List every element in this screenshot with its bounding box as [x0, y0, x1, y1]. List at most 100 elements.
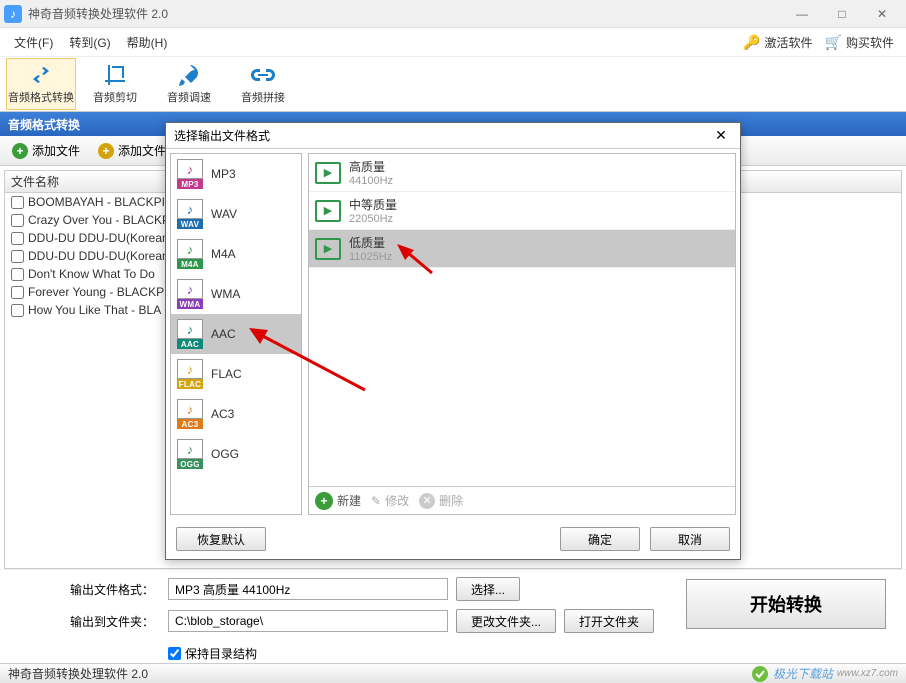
- quality-item[interactable]: ▶中等质量22050Hz: [309, 192, 735, 230]
- select-format-dialog: 选择输出文件格式 ✕ ♪MP3MP3♪WAVWAV♪M4AM4A♪WMAWMA♪…: [165, 122, 741, 560]
- activate-link[interactable]: 🔑 激活软件: [737, 34, 818, 51]
- open-folder-button[interactable]: 打开文件夹: [564, 609, 654, 633]
- format-label: WMA: [211, 287, 240, 301]
- preserve-dir-checkbox[interactable]: 保持目录结构: [168, 645, 257, 662]
- tool-format-convert[interactable]: 音频格式转换: [6, 58, 76, 110]
- tool-label: 音频剪切: [93, 89, 137, 105]
- key-icon: 🔑: [743, 34, 760, 51]
- plus-icon: +: [315, 492, 333, 510]
- file-name: How You Like That - BLA: [28, 303, 161, 317]
- cancel-button[interactable]: 取消: [650, 527, 730, 551]
- format-item-ogg[interactable]: ♪OGGOGG: [171, 434, 301, 474]
- play-icon: ▶: [315, 200, 341, 222]
- wma-icon: ♪WMA: [177, 279, 203, 309]
- quality-item[interactable]: ▶低质量11025Hz: [309, 230, 735, 268]
- dialog-title: 选择输出文件格式: [174, 127, 710, 144]
- format-label: WAV: [211, 207, 237, 221]
- add-file-button[interactable]: + 添加文件: [6, 139, 86, 162]
- output-folder-input[interactable]: [168, 610, 448, 632]
- format-item-flac[interactable]: ♪FLACFLAC: [171, 354, 301, 394]
- crop-icon: [104, 63, 126, 87]
- m4a-icon: ♪M4A: [177, 239, 203, 269]
- format-item-m4a[interactable]: ♪M4A M4A: [171, 234, 301, 274]
- ok-button[interactable]: 确定: [560, 527, 640, 551]
- activate-label: 激活软件: [765, 34, 813, 51]
- ac3-icon: ♪AC3: [177, 399, 203, 429]
- format-item-ac3[interactable]: ♪AC3AC3: [171, 394, 301, 434]
- plus-folder-icon: +: [98, 143, 114, 159]
- window-title: 神奇音频转换处理软件 2.0: [28, 5, 782, 22]
- preserve-checkbox-input[interactable]: [168, 647, 181, 660]
- x-icon: ✕: [419, 493, 435, 509]
- file-checkbox[interactable]: [11, 286, 24, 299]
- menu-goto[interactable]: 转到(G): [61, 30, 118, 55]
- tool-audio-cut[interactable]: 音频剪切: [80, 58, 150, 110]
- file-name: Don't Know What To Do: [28, 267, 155, 281]
- add-folder-button[interactable]: + 添加文件: [92, 139, 172, 162]
- menu-file[interactable]: 文件(F): [6, 30, 61, 55]
- tool-label: 音频格式转换: [8, 89, 74, 105]
- file-checkbox[interactable]: [11, 268, 24, 281]
- mp3-icon: ♪MP3: [177, 159, 203, 189]
- format-label: MP3: [211, 167, 236, 181]
- format-item-mp3[interactable]: ♪MP3 MP3: [171, 154, 301, 194]
- format-label: AAC: [211, 327, 236, 341]
- delete-label: 删除: [439, 492, 463, 509]
- edit-quality-button[interactable]: ✎ 修改: [371, 492, 409, 509]
- select-button[interactable]: 选择...: [456, 577, 520, 601]
- format-item-wma[interactable]: ♪WMA WMA: [171, 274, 301, 314]
- main-toolbar: 音频格式转换 音频剪切 音频调速 音频拼接: [0, 56, 906, 112]
- change-folder-button[interactable]: 更改文件夹...: [456, 609, 556, 633]
- buy-label: 购买软件: [846, 34, 894, 51]
- dialog-close-button[interactable]: ✕: [710, 125, 732, 147]
- new-quality-button[interactable]: + 新建: [315, 492, 361, 510]
- maximize-button[interactable]: □: [822, 0, 862, 28]
- new-label: 新建: [337, 492, 361, 509]
- quality-item[interactable]: ▶高质量44100Hz: [309, 154, 735, 192]
- output-format-input[interactable]: [168, 578, 448, 600]
- preserve-label: 保持目录结构: [185, 645, 257, 662]
- file-checkbox[interactable]: [11, 250, 24, 263]
- tool-label: 音频拼接: [241, 89, 285, 105]
- format-list: ♪MP3 MP3 ♪WAV WAV ♪M4A M4A ♪WMA WMA ♪AACAAC♪FLAC…: [170, 153, 302, 515]
- output-folder-label: 输出到文件夹：: [70, 613, 160, 630]
- plus-icon: +: [12, 143, 28, 159]
- bottom-panel: 输出文件格式： 选择... 输出到文件夹： 更改文件夹... 打开文件夹 保持目…: [0, 569, 906, 663]
- quality-name: 高质量: [349, 158, 393, 175]
- quality-hz: 22050Hz: [349, 213, 397, 225]
- format-item-aac[interactable]: ♪AACAAC: [171, 314, 301, 354]
- quality-hz: 11025Hz: [349, 251, 392, 263]
- buy-link[interactable]: 🛒 购买软件: [819, 34, 900, 51]
- file-checkbox[interactable]: [11, 232, 24, 245]
- file-name: DDU-DU DDU-DU(Korean: [28, 231, 169, 245]
- format-item-wav[interactable]: ♪WAV WAV: [171, 194, 301, 234]
- titlebar: ♪ 神奇音频转换处理软件 2.0 — □ ✕: [0, 0, 906, 28]
- delete-quality-button[interactable]: ✕ 删除: [419, 492, 463, 509]
- quality-hz: 44100Hz: [349, 175, 393, 187]
- add-file-label: 添加文件: [32, 142, 80, 159]
- quality-name: 低质量: [349, 234, 392, 251]
- link-icon: [250, 63, 276, 87]
- tool-audio-speed[interactable]: 音频调速: [154, 58, 224, 110]
- brand-name: 极光下载站: [773, 665, 833, 682]
- file-name: BOOMBAYAH - BLACKPIN: [28, 195, 174, 209]
- close-button[interactable]: ✕: [862, 0, 902, 28]
- file-checkbox[interactable]: [11, 196, 24, 209]
- file-checkbox[interactable]: [11, 214, 24, 227]
- brand-url: www.xz7.com: [837, 668, 898, 679]
- add-folder-label: 添加文件: [118, 142, 166, 159]
- pencil-icon: ✎: [371, 494, 381, 508]
- quality-panel: ▶高质量44100Hz▶中等质量22050Hz▶低质量11025Hz + 新建 …: [308, 153, 736, 515]
- output-format-label: 输出文件格式：: [70, 581, 160, 598]
- minimize-button[interactable]: —: [782, 0, 822, 28]
- file-checkbox[interactable]: [11, 304, 24, 317]
- restore-default-button[interactable]: 恢复默认: [176, 527, 266, 551]
- dialog-titlebar: 选择输出文件格式 ✕: [166, 123, 740, 149]
- quality-list: ▶高质量44100Hz▶中等质量22050Hz▶低质量11025Hz: [309, 154, 735, 486]
- tool-audio-join[interactable]: 音频拼接: [228, 58, 298, 110]
- format-label: M4A: [211, 247, 236, 261]
- dialog-footer: 恢复默认 确定 取消: [166, 519, 740, 559]
- menu-help[interactable]: 帮助(H): [119, 30, 176, 55]
- wav-icon: ♪WAV: [177, 199, 203, 229]
- start-convert-button[interactable]: 开始转换: [686, 579, 886, 629]
